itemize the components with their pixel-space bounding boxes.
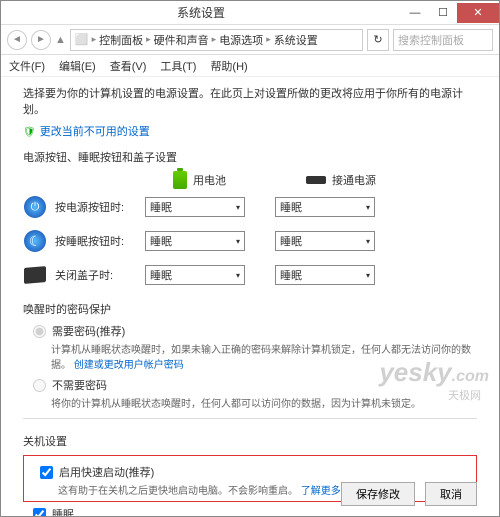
content-pane: 选择要为你的计算机设置的电源设置。在此页上对设置所做的更改将应用于你所有的电源计… <box>1 77 499 516</box>
row-power-button: ⏻ 按电源按钮时: 睡眠▾ 睡眠▾ <box>23 195 477 219</box>
lid-icon <box>23 263 47 287</box>
wake-section: 唤醒时的密码保护 需要密码(推荐) 计算机从睡眠状态唤醒时，如果未输入正确的密码… <box>23 301 477 412</box>
radio-no-password-input[interactable] <box>33 379 46 392</box>
window: 系统设置 — ☐ ✕ ◄ ► ▲ ⬜ ▸ 控制面板 ▸ 硬件和声音 ▸ 电源选项… <box>0 0 500 517</box>
minimize-button[interactable]: — <box>401 3 429 23</box>
intro-text: 选择要为你的计算机设置的电源设置。在此页上对设置所做的更改将应用于你所有的电源计… <box>23 85 477 117</box>
chevron-down-icon: ▾ <box>366 237 370 246</box>
nav-forward-button[interactable]: ► <box>31 30 51 50</box>
col-plugged-label: 接通电源 <box>332 172 376 188</box>
sleep-button-icon: ☾ <box>23 229 47 253</box>
chevron-down-icon: ▾ <box>236 237 240 246</box>
window-title: 系统设置 <box>1 4 401 21</box>
nav-up-icon[interactable]: ▲ <box>55 34 66 46</box>
chevron-down-icon: ▾ <box>366 203 370 212</box>
wake-title: 唤醒时的密码保护 <box>23 301 477 317</box>
radio-require-password: 需要密码(推荐) <box>33 323 477 339</box>
refresh-button[interactable]: ↻ <box>367 29 389 51</box>
menubar: 文件(F) 编辑(E) 查看(V) 工具(T) 帮助(H) <box>1 55 499 77</box>
row-lid-label: 关闭盖子时: <box>55 267 145 283</box>
col-battery-label: 用电池 <box>193 172 226 188</box>
col-plugged: 接通电源 <box>306 171 376 189</box>
action-buttons: 保存修改 取消 <box>341 482 477 506</box>
chevron-down-icon: ▾ <box>366 271 370 280</box>
change-settings-link[interactable]: 更改当前不可用的设置 <box>23 123 477 139</box>
lid-plugged-select[interactable]: 睡眠▾ <box>275 265 375 285</box>
power-button-icon: ⏻ <box>23 195 47 219</box>
menu-tools[interactable]: 工具(T) <box>160 58 196 74</box>
bc-item-2[interactable]: 电源选项 <box>219 32 263 48</box>
menu-help[interactable]: 帮助(H) <box>210 58 247 74</box>
control-panel-icon: ⬜ <box>75 33 89 46</box>
menu-edit[interactable]: 编辑(E) <box>59 58 96 74</box>
fast-startup-label: 启用快速启动(推荐) <box>59 464 154 480</box>
radio-no-password-label: 不需要密码 <box>52 377 107 393</box>
fast-startup-row: 启用快速启动(推荐) <box>40 464 470 480</box>
search-input[interactable]: 搜索控制面板 <box>393 29 493 51</box>
power-battery-select[interactable]: 睡眠▾ <box>145 197 245 217</box>
chevron-down-icon: ▾ <box>236 271 240 280</box>
sleep-plugged-select[interactable]: 睡眠▾ <box>275 231 375 251</box>
menu-view[interactable]: 查看(V) <box>110 58 147 74</box>
bc-item-0[interactable]: 控制面板 <box>99 32 143 48</box>
sleep-option-row: 睡眠 <box>33 506 477 516</box>
nav-toolbar: ◄ ► ▲ ⬜ ▸ 控制面板 ▸ 硬件和声音 ▸ 电源选项 ▸ 系统设置 ↻ 搜… <box>1 25 499 55</box>
divider <box>23 418 477 419</box>
menu-file[interactable]: 文件(F) <box>9 58 45 74</box>
row-sleep-label: 按睡眠按钮时: <box>55 233 145 249</box>
breadcrumb[interactable]: ⬜ ▸ 控制面板 ▸ 硬件和声音 ▸ 电源选项 ▸ 系统设置 <box>70 29 363 51</box>
sleep-option-label: 睡眠 <box>52 506 74 516</box>
no-password-desc: 将你的计算机从睡眠状态唤醒时，任何人都可以访问你的数据，因为计算机未锁定。 <box>51 397 477 412</box>
row-lid: 关闭盖子时: 睡眠▾ 睡眠▾ <box>23 263 477 287</box>
column-headers: 用电池 接通电源 <box>173 171 477 189</box>
bc-item-3[interactable]: 系统设置 <box>274 32 318 48</box>
save-button[interactable]: 保存修改 <box>341 482 415 506</box>
shutdown-title: 关机设置 <box>23 433 477 449</box>
window-controls: — ☐ ✕ <box>401 3 499 23</box>
require-password-desc: 计算机从睡眠状态唤醒时，如果未输入正确的密码来解除计算机锁定，任何人都无法访问你… <box>51 343 477 373</box>
fast-startup-checkbox[interactable] <box>40 466 53 479</box>
radio-no-password: 不需要密码 <box>33 377 477 393</box>
close-button[interactable]: ✕ <box>457 3 499 23</box>
chevron-right-icon: ▸ <box>266 34 271 45</box>
chevron-right-icon: ▸ <box>146 34 151 45</box>
sleep-battery-select[interactable]: 睡眠▾ <box>145 231 245 251</box>
chevron-right-icon: ▸ <box>92 34 97 45</box>
bc-item-1[interactable]: 硬件和声音 <box>154 32 209 48</box>
search-placeholder: 搜索控制面板 <box>398 32 464 48</box>
plug-icon <box>306 176 326 184</box>
chevron-down-icon: ▾ <box>236 203 240 212</box>
radio-require-password-label: 需要密码(推荐) <box>52 323 125 339</box>
sleep-option-checkbox[interactable] <box>33 508 46 517</box>
lid-battery-select[interactable]: 睡眠▾ <box>145 265 245 285</box>
nav-back-button[interactable]: ◄ <box>7 30 27 50</box>
row-power-label: 按电源按钮时: <box>55 199 145 215</box>
cancel-button[interactable]: 取消 <box>425 482 477 506</box>
section-buttons-title: 电源按钮、睡眠按钮和盖子设置 <box>23 149 477 165</box>
create-password-link[interactable]: 创建或更改用户帐户密码 <box>74 360 184 371</box>
radio-require-password-input[interactable] <box>33 325 46 338</box>
row-sleep-button: ☾ 按睡眠按钮时: 睡眠▾ 睡眠▾ <box>23 229 477 253</box>
power-plugged-select[interactable]: 睡眠▾ <box>275 197 375 217</box>
maximize-button[interactable]: ☐ <box>429 3 457 23</box>
col-battery: 用电池 <box>173 171 226 189</box>
chevron-right-icon: ▸ <box>212 34 217 45</box>
battery-icon <box>173 171 187 189</box>
titlebar: 系统设置 — ☐ ✕ <box>1 1 499 25</box>
